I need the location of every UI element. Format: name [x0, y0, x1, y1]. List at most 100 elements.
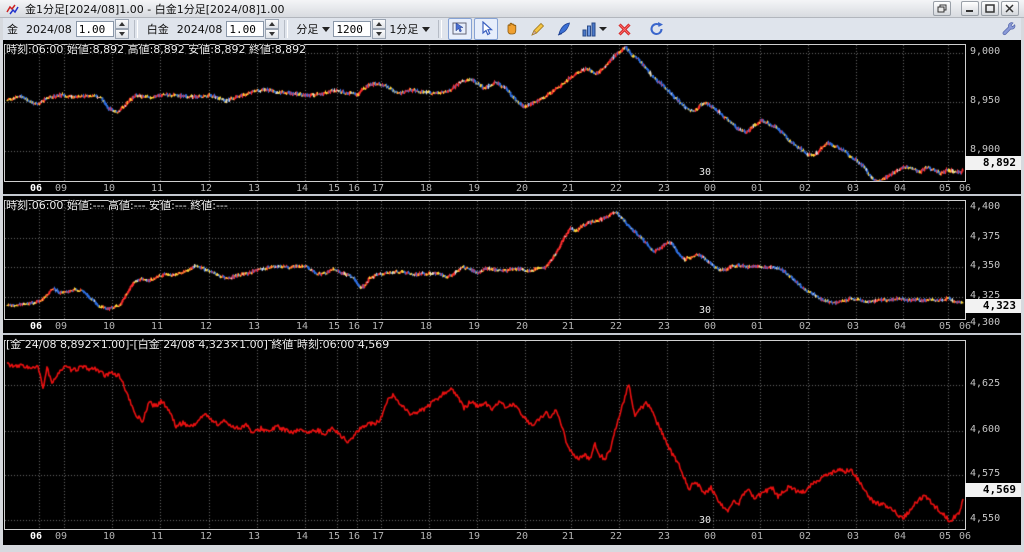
- x-axis-label: 02: [799, 321, 811, 332]
- refresh-icon: [649, 21, 665, 37]
- x-axis-label: 01: [751, 183, 763, 194]
- period-type-dropdown[interactable]: 分足: [296, 21, 330, 37]
- x-axis-label: 15: [328, 321, 340, 332]
- x-axis-label: 23: [658, 183, 670, 194]
- x-axis-label: 13: [248, 183, 260, 194]
- spread-formula-info: [金 24/08 8,892×1.00]-[白金 24/08 4,323×1.0…: [6, 336, 389, 352]
- platinum-symbol-label: 白金: [147, 21, 169, 37]
- x-axis-label: 18: [420, 531, 432, 542]
- x-axis-label: 14: [296, 531, 308, 542]
- y-axis-tick-label: 9,000: [970, 46, 1000, 57]
- gold-ratio-down-button[interactable]: [115, 29, 129, 39]
- x-axis-label: 15: [328, 183, 340, 194]
- chevron-down-icon: [599, 27, 607, 35]
- window-frame-bottom: [0, 545, 1024, 552]
- delete-x-button[interactable]: [612, 18, 636, 40]
- chart-cursor-button[interactable]: [448, 18, 472, 40]
- x-axis-label: 20: [516, 531, 528, 542]
- draw-line-button[interactable]: [552, 18, 576, 40]
- window-title: 金1分足[2024/08]1.00 - 白金1分足[2024/08]1.00: [25, 1, 285, 17]
- x-axis-label: 02: [799, 183, 811, 194]
- x-axis-label: 17: [372, 183, 384, 194]
- x-axis-label: 04: [894, 531, 906, 542]
- chevron-down-icon: [422, 27, 430, 36]
- close-button[interactable]: [1001, 1, 1019, 16]
- y-axis-tick-label: 4,300: [970, 317, 1000, 328]
- pencil-icon: [530, 21, 546, 37]
- x-axis-label: 22: [610, 321, 622, 332]
- interval-dropdown[interactable]: 1分足: [389, 21, 430, 37]
- platinum-ohlc-info: 時刻:06:00 始値:--- 高値:--- 安値:--- 終値:---: [6, 197, 228, 213]
- bar-chart-icon: [582, 22, 597, 37]
- x-axis-label: 05: [939, 531, 951, 542]
- maximize-button[interactable]: [981, 1, 999, 16]
- y-axis-tick-label: 8,900: [970, 144, 1000, 155]
- toolbar: 金 2024/08 白金 2024/08 分足 1分足: [0, 18, 1024, 41]
- select-arrow-button[interactable]: [474, 18, 498, 40]
- pan-hand-button[interactable]: [500, 18, 524, 40]
- platinum-ratio-up-button[interactable]: [265, 19, 279, 29]
- pencil-button[interactable]: [526, 18, 550, 40]
- float-window-button[interactable]: [933, 1, 951, 16]
- bar-count-spinner: [333, 19, 386, 39]
- minimize-button[interactable]: [961, 1, 979, 16]
- day-change-marker: 30: [699, 305, 711, 316]
- period-type-value: 分足: [296, 21, 318, 37]
- x-axis-label: 22: [610, 183, 622, 194]
- chart-stack: 時刻:06:00 始値:8,892 高値:8,892 安値:8,892 終値:8…: [3, 40, 1021, 545]
- platinum-month-label: 2024/08: [177, 23, 223, 36]
- chevron-down-icon: [322, 27, 330, 36]
- x-axis-label: 12: [200, 183, 212, 194]
- x-axis-label: 11: [151, 321, 163, 332]
- x-axis-label: 00: [704, 531, 716, 542]
- x-axis-label: 04: [894, 321, 906, 332]
- x-axis-label: 12: [200, 321, 212, 332]
- app-window: 金1分足[2024/08]1.00 - 白金1分足[2024/08]1.00 金…: [0, 0, 1024, 552]
- title-bar[interactable]: 金1分足[2024/08]1.00 - 白金1分足[2024/08]1.00: [0, 0, 1024, 18]
- spread-last-price: 4,569: [965, 483, 1021, 497]
- x-axis-label: 12: [200, 531, 212, 542]
- x-axis-label: 01: [751, 531, 763, 542]
- x-axis-label: 06: [959, 531, 971, 542]
- x-axis-label: 23: [658, 531, 670, 542]
- bar-chart-button[interactable]: [578, 18, 610, 40]
- gold-chart-plot[interactable]: [4, 44, 966, 182]
- x-axis-label: 01: [751, 321, 763, 332]
- platinum-chart-plot[interactable]: [4, 200, 966, 320]
- chart-cursor-icon: [452, 21, 468, 37]
- bar-count-up-button[interactable]: [372, 19, 386, 29]
- x-axis-label: 10: [103, 531, 115, 542]
- y-axis-tick-label: 4,375: [970, 231, 1000, 242]
- platinum-panel: 時刻:06:00 始値:--- 高値:--- 安値:--- 終値:--- 060…: [3, 196, 1021, 335]
- x-axis-label: 02: [799, 531, 811, 542]
- spread-panel: [金 24/08 8,892×1.00]-[白金 24/08 4,323×1.0…: [3, 335, 1021, 545]
- refresh-button[interactable]: [645, 18, 669, 40]
- platinum-ratio-down-button[interactable]: [265, 29, 279, 39]
- x-axis-label: 09: [55, 183, 67, 194]
- gold-ratio-up-button[interactable]: [115, 19, 129, 29]
- y-axis-tick-label: 4,400: [970, 201, 1000, 212]
- x-axis-label: 13: [248, 321, 260, 332]
- x-axis-label: 03: [847, 321, 859, 332]
- x-axis-label: 17: [372, 321, 384, 332]
- gold-month-label: 2024/08: [26, 23, 72, 36]
- bar-count-down-button[interactable]: [372, 29, 386, 39]
- panel-splitter[interactable]: [3, 333, 1021, 335]
- x-axis-label: 16: [348, 183, 360, 194]
- spread-time-axis: 0609101112131415161718192021222300010203…: [4, 530, 966, 544]
- x-axis-label: 17: [372, 531, 384, 542]
- x-axis-label: 23: [658, 321, 670, 332]
- gold-ratio-input[interactable]: [76, 21, 114, 37]
- platinum-ratio-input[interactable]: [226, 21, 264, 37]
- x-axis-label: 10: [103, 321, 115, 332]
- settings-wrench-icon[interactable]: [1000, 20, 1016, 39]
- x-axis-label: 03: [847, 183, 859, 194]
- bar-count-input[interactable]: [333, 21, 371, 37]
- x-axis-label: 21: [562, 321, 574, 332]
- x-axis-label: 16: [348, 531, 360, 542]
- x-axis-label: 06: [30, 531, 42, 542]
- pan-hand-icon: [504, 21, 520, 37]
- spread-chart-plot[interactable]: [4, 340, 966, 530]
- panel-splitter[interactable]: [3, 194, 1021, 196]
- day-change-marker: 30: [699, 167, 711, 178]
